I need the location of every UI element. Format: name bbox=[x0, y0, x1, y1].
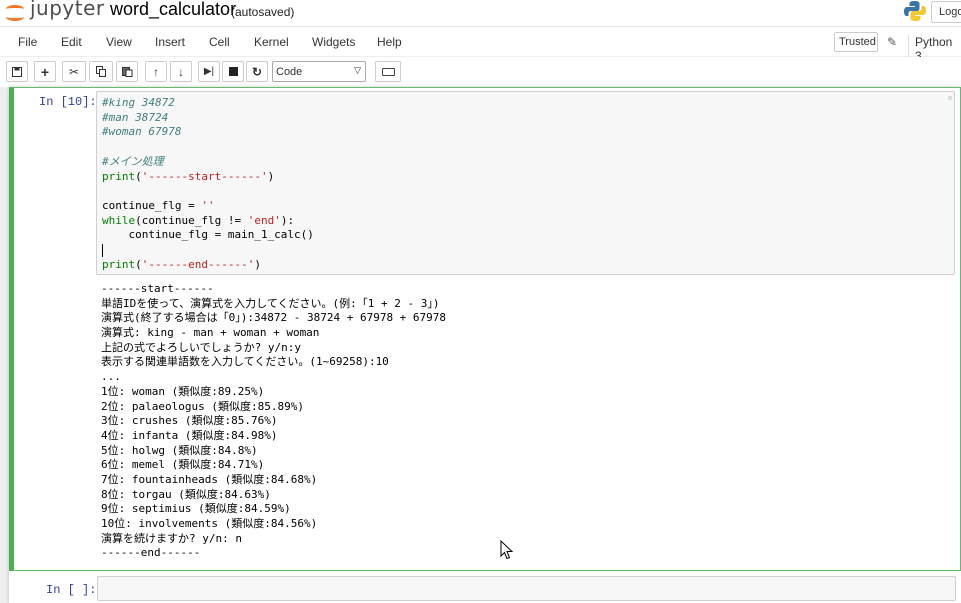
input-prompt-empty: In [ ]: bbox=[46, 583, 97, 597]
empty-code-editor[interactable] bbox=[97, 576, 956, 601]
scissors-icon: ✂ bbox=[68, 64, 80, 79]
jupyter-logo[interactable]: jupyter bbox=[4, 0, 105, 24]
text-cursor bbox=[102, 243, 103, 257]
cell-type-value: Code bbox=[276, 66, 303, 78]
jupyter-logo-icon bbox=[4, 1, 26, 23]
refresh-icon: ↻ bbox=[251, 64, 263, 79]
cell-type-select[interactable]: Code ▽ bbox=[272, 61, 366, 82]
menu-edit[interactable]: Edit bbox=[61, 35, 82, 49]
command-palette-button[interactable] bbox=[375, 61, 401, 82]
notebook-name[interactable]: word_calculator bbox=[110, 0, 236, 20]
mouse-pointer-icon bbox=[500, 540, 514, 560]
stop-icon bbox=[228, 67, 238, 76]
output-line: ... bbox=[101, 370, 121, 384]
menu-file[interactable]: File bbox=[18, 35, 37, 49]
code-line: while(continue_flg != 'end'): bbox=[102, 213, 295, 227]
output-line: ------start------ bbox=[101, 282, 214, 295]
output-line: 4位: infanta (類似度:84.98%) bbox=[101, 428, 278, 442]
output-line: 9位: septimius (類似度:84.59%) bbox=[101, 502, 291, 516]
code-line: print('------start------') bbox=[102, 169, 275, 183]
output-line: 表示する関連単語数を入力してください。(1~69258):10 bbox=[101, 355, 389, 369]
trusted-indicator[interactable]: Trusted bbox=[834, 32, 878, 52]
input-prompt: In [10]: bbox=[39, 95, 97, 109]
cut-button[interactable]: ✂ bbox=[62, 61, 86, 82]
keyboard-icon bbox=[382, 68, 395, 76]
output-line: 演算式(終了する場合は「0」):34872 - 38724 + 67978 + … bbox=[101, 311, 447, 325]
move-down-button[interactable]: ↓ bbox=[170, 61, 192, 82]
paste-icon bbox=[121, 67, 132, 77]
output-line: 5位: holwg (類似度:84.8%) bbox=[101, 443, 258, 457]
output-line: 演算を続けますか? y/n: n bbox=[101, 531, 242, 545]
paste-button[interactable] bbox=[116, 61, 138, 82]
code-line: #king 34872 bbox=[102, 96, 175, 109]
menu-cell[interactable]: Cell bbox=[209, 35, 230, 49]
code-line: print('------end------') bbox=[102, 257, 261, 271]
pencil-icon[interactable]: ✎ bbox=[887, 35, 897, 49]
output-line: 7位: fountainheads (類似度:84.68%) bbox=[101, 472, 318, 486]
python-logo-icon bbox=[904, 1, 926, 22]
add-cell-button[interactable]: + bbox=[34, 61, 56, 82]
code-line: #メイン処理 bbox=[102, 154, 164, 168]
toolbar: + ✂ ↑ ↓ ▶| ↻ Code ▽ bbox=[0, 57, 961, 87]
save-icon bbox=[12, 66, 22, 77]
output-line: 6位: memel (類似度:84.71%) bbox=[101, 458, 265, 472]
notebook-area: In [10]: #king 34872 #man 38724 #woman 6… bbox=[0, 87, 961, 603]
output-line: 演算式: king - man + woman + woman bbox=[101, 326, 320, 340]
output-line: 上記の式でよろしいでしょうか? y/n:y bbox=[101, 340, 302, 354]
code-line: #woman 67978 bbox=[102, 125, 182, 139]
step-forward-icon: ▶| bbox=[203, 66, 215, 77]
copy-icon bbox=[95, 66, 106, 77]
output-line: ------end------ bbox=[101, 546, 201, 560]
output-line: 8位: torgau (類似度:84.63%) bbox=[101, 487, 271, 501]
output-line: 2位: palaeologus (類似度:85.89%) bbox=[101, 399, 304, 413]
output-line: 1位: woman (類似度:89.25%) bbox=[101, 384, 265, 398]
cell-output: ------start------ 単語IDを使って、演算式を入力してください。(… bbox=[101, 282, 446, 561]
arrow-down-icon: ↓ bbox=[178, 64, 184, 79]
restart-button[interactable]: ↻ bbox=[246, 61, 268, 82]
output-line: 3位: crushes (類似度:85.76%) bbox=[101, 414, 278, 428]
menu-help[interactable]: Help bbox=[377, 35, 402, 49]
save-button[interactable] bbox=[6, 61, 28, 82]
scrollbar[interactable] bbox=[948, 96, 952, 100]
code-line: #man 38724 bbox=[102, 110, 169, 124]
menu-kernel[interactable]: Kernel bbox=[254, 35, 289, 49]
logout-button[interactable]: Logo bbox=[931, 1, 961, 23]
chevron-down-icon: ▽ bbox=[354, 65, 361, 75]
menu-view[interactable]: View bbox=[106, 35, 132, 49]
code-line: continue_flg = main_1_calc() bbox=[102, 228, 314, 242]
menu-insert[interactable]: Insert bbox=[155, 35, 185, 49]
code-editor[interactable]: #king 34872 #man 38724 #woman 67978 #メイン… bbox=[96, 91, 955, 275]
notebook-page: In [10]: #king 34872 #man 38724 #woman 6… bbox=[9, 87, 961, 603]
logo-text: jupyter bbox=[30, 0, 105, 20]
output-line: 単語IDを使って、演算式を入力してください。(例:「1 + 2 - 3」) bbox=[101, 296, 440, 310]
code-line: continue_flg = '' bbox=[102, 198, 215, 212]
menubar: File Edit View Insert Cell Kernel Widget… bbox=[0, 26, 961, 56]
code-text[interactable]: #king 34872 #man 38724 #woman 67978 #メイン… bbox=[102, 96, 314, 272]
header: jupyter word_calculator (autosaved) Logo bbox=[0, 0, 961, 26]
arrow-up-icon: ↑ bbox=[153, 64, 159, 79]
interrupt-button[interactable] bbox=[222, 61, 244, 82]
output-line: 10位: involvements (類似度:84.56%) bbox=[101, 517, 318, 530]
run-button[interactable]: ▶| bbox=[198, 61, 220, 82]
plus-icon: + bbox=[40, 63, 50, 80]
move-up-button[interactable]: ↑ bbox=[145, 61, 167, 82]
autosave-status: (autosaved) bbox=[231, 5, 295, 19]
copy-button[interactable] bbox=[89, 61, 113, 82]
menu-widgets[interactable]: Widgets bbox=[312, 35, 355, 49]
